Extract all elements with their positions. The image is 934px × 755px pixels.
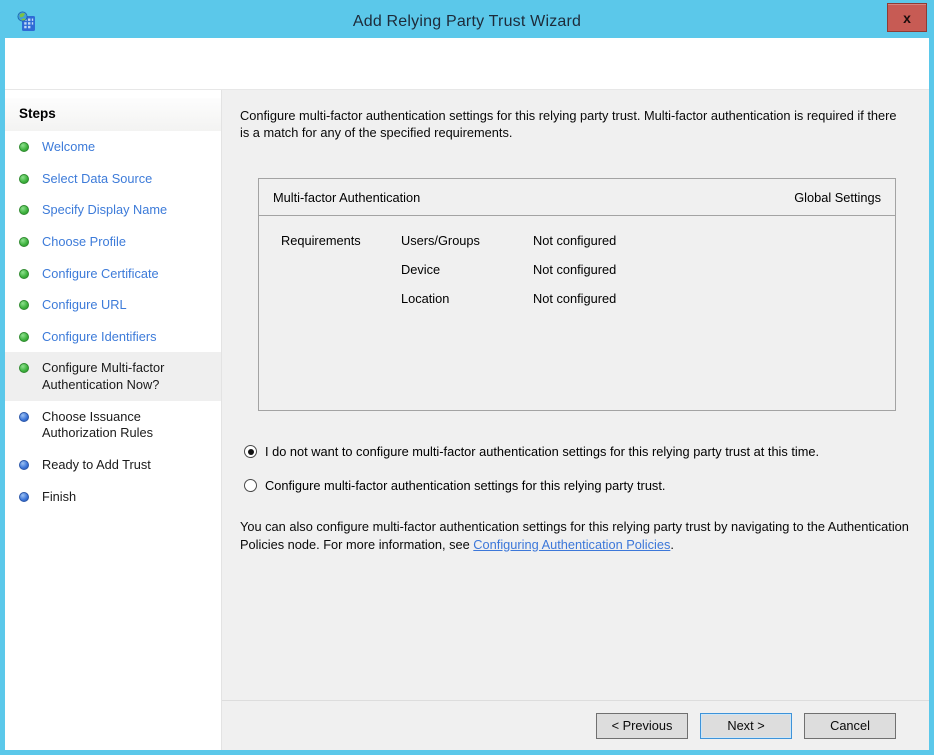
- step-done-bullet-icon: [19, 205, 29, 216]
- step-done-bullet-icon: [19, 331, 29, 342]
- step-upcoming-bullet-icon: [19, 491, 29, 502]
- steps-sidebar: Steps Welcome Select Data Source Specify…: [5, 90, 222, 750]
- mfa-row-value: Not configured: [533, 291, 617, 307]
- step-done-bullet-icon: [19, 268, 29, 279]
- mfa-row-device: Device Not configured: [281, 262, 895, 277]
- close-button[interactable]: x: [887, 3, 927, 32]
- window-title: Add Relying Party Trust Wizard: [352, 12, 582, 30]
- step-done-bullet-icon: [19, 363, 29, 374]
- mfa-box-title: Multi-factor Authentication: [273, 189, 421, 205]
- wizard-window: Add Relying Party Trust Wizard x Steps W…: [0, 0, 934, 755]
- requirements-label: Requirements: [281, 233, 361, 249]
- step-configure-url: Configure URL: [5, 289, 221, 321]
- step-done-bullet-icon: [19, 173, 29, 184]
- step-choose-profile: Choose Profile: [5, 226, 221, 258]
- step-upcoming-bullet-icon: [19, 459, 29, 470]
- step-done-bullet-icon: [19, 236, 29, 247]
- step-done-bullet-icon: [19, 142, 29, 152]
- step-finish: Finish: [5, 481, 221, 513]
- step-configure-mfa-now: Configure Multi-factor Authentication No…: [5, 352, 221, 401]
- step-ready-to-add-trust: Ready to Add Trust: [5, 449, 221, 481]
- step-done-bullet-icon: [19, 300, 29, 311]
- title-bar: Add Relying Party Trust Wizard x: [5, 3, 929, 38]
- mfa-row-name: Location: [401, 291, 450, 307]
- radio-option-no-mfa[interactable]: I do not want to configure multi-factor …: [244, 444, 914, 459]
- step-choose-issuance-authorization-rules: Choose Issuance Authorization Rules: [5, 401, 221, 449]
- wizard-button-bar: < Previous Next > Cancel: [240, 701, 914, 750]
- mfa-settings-box: Multi-factor Authentication Global Setti…: [258, 178, 896, 412]
- step-welcome: Welcome: [5, 131, 221, 163]
- radio-label: I do not want to configure multi-factor …: [265, 444, 820, 460]
- cancel-button[interactable]: Cancel: [804, 712, 896, 739]
- step-configure-identifiers: Configure Identifiers: [5, 321, 221, 353]
- footer-paragraph: You can also configure multi-factor auth…: [240, 518, 912, 553]
- mfa-row-location: Location Not configured: [281, 291, 895, 306]
- mfa-row-value: Not configured: [533, 262, 617, 278]
- step-upcoming-bullet-icon: [19, 411, 29, 422]
- radio-unselected-icon[interactable]: [244, 479, 257, 493]
- mfa-row-users-groups: Requirements Users/Groups Not configured: [281, 233, 895, 248]
- mfa-row-value: Not configured: [533, 233, 617, 249]
- footer-text-after: .: [670, 536, 674, 552]
- next-button[interactable]: Next >: [700, 712, 792, 739]
- intro-text: Configure multi-factor authentication se…: [240, 108, 897, 140]
- step-select-data-source: Select Data Source: [5, 163, 221, 195]
- previous-button[interactable]: < Previous: [596, 712, 688, 739]
- radio-selected-icon[interactable]: [244, 445, 257, 459]
- mfa-row-name: Device: [401, 262, 441, 278]
- configuring-authentication-policies-link[interactable]: Configuring Authentication Policies: [473, 537, 670, 552]
- mfa-row-name: Users/Groups: [401, 233, 480, 249]
- wizard-content-pane: Configure multi-factor authentication se…: [222, 90, 929, 750]
- global-settings-label: Global Settings: [794, 189, 881, 205]
- wizard-header-band: [5, 38, 929, 90]
- steps-header: Steps: [5, 98, 221, 131]
- step-configure-certificate: Configure Certificate: [5, 258, 221, 290]
- step-specify-display-name: Specify Display Name: [5, 194, 221, 226]
- radio-label: Configure multi-factor authentication se…: [265, 478, 666, 494]
- radio-option-configure-mfa[interactable]: Configure multi-factor authentication se…: [244, 478, 914, 493]
